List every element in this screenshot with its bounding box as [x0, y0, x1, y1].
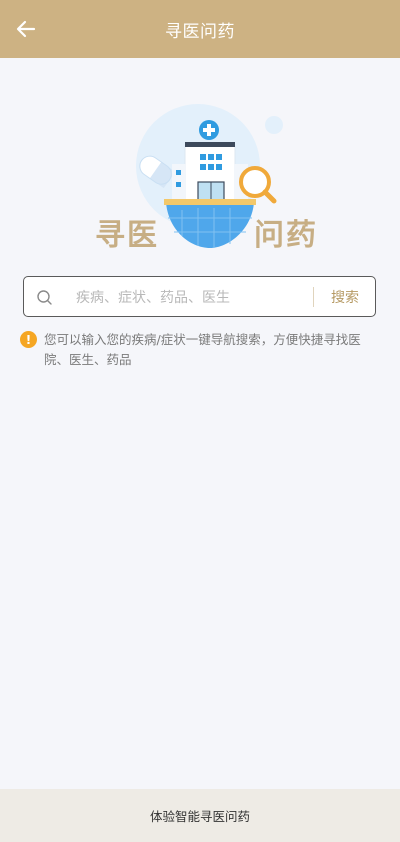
search-bar: 搜索 — [23, 276, 376, 317]
footer-label: 体验智能寻医问药 — [149, 809, 250, 824]
search-input[interactable] — [74, 285, 328, 311]
hero-illustration: 寻医 问药 — [88, 98, 324, 258]
search-divider — [313, 287, 314, 307]
search-tip: ! 您可以输入您的疾病/症状一键导航搜索，方便快捷寻找医院、医生、药品 — [20, 330, 380, 370]
search-icon — [37, 290, 52, 305]
hero-word-left: 寻医 — [95, 218, 159, 253]
warning-icon: ! — [20, 331, 37, 348]
back-button[interactable] — [14, 17, 38, 41]
hero-word-right: 问药 — [254, 218, 318, 253]
app-header: 寻医问药 — [0, 0, 400, 58]
page-title: 寻医问药 — [165, 21, 235, 42]
tip-text: 您可以输入您的疾病/症状一键导航搜索，方便快捷寻找医院、医生、药品 — [44, 332, 361, 367]
search-button[interactable]: 搜索 — [315, 277, 375, 316]
arrow-left-icon — [16, 20, 36, 38]
smart-search-footer-button[interactable]: 体验智能寻医问药 — [0, 789, 400, 842]
